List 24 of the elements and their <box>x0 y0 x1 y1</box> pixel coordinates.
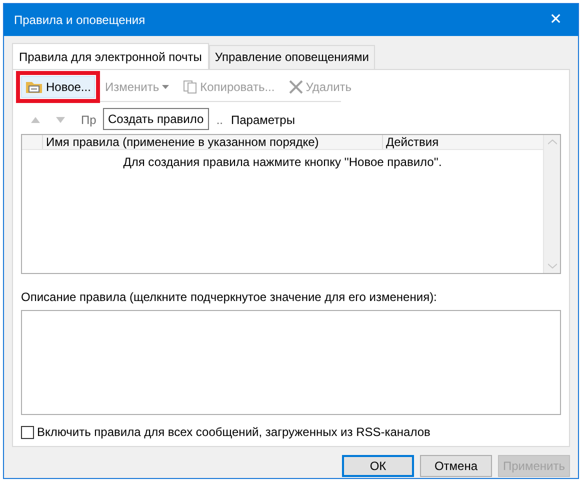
dialog-button[interactable]: ОК <box>342 455 414 477</box>
scrollbar[interactable] <box>543 135 560 273</box>
move-up-icon[interactable] <box>31 117 40 123</box>
run-rules-link[interactable]: Пр <box>81 111 96 129</box>
copy-icon <box>183 80 198 94</box>
close-button[interactable]: ✕ <box>534 8 578 32</box>
scroll-up-icon[interactable] <box>548 139 556 145</box>
description-label: Описание правила (щелкните подчеркнутое значение для его изменения): <box>21 290 437 304</box>
empty-list-message: Для создания правила нажмите кнопку ''Новое правило''. <box>123 155 442 169</box>
options-link[interactable]: Параметры <box>230 111 295 129</box>
column-header[interactable]: Имя правила (применение в указанном порядке) <box>42 135 382 149</box>
delete-icon <box>288 80 303 94</box>
tooltip: Создать правило <box>103 108 209 130</box>
scroll-down-icon[interactable] <box>548 263 556 269</box>
tab[interactable]: Правила для электронной почты <box>12 43 209 70</box>
tab[interactable]: Управление оповещениями <box>208 45 375 69</box>
run-rules-link[interactable]: .. <box>216 111 223 129</box>
checkbox-label: Включить правила для всех сообщений, загруженных из RSS-каналов <box>37 424 430 441</box>
dialog-button[interactable]: Отмена <box>420 455 492 477</box>
caret-icon <box>162 85 170 89</box>
window-title: Правила и оповещения <box>14 12 146 29</box>
rss-checkbox[interactable] <box>21 426 34 438</box>
move-down-icon[interactable] <box>56 117 65 123</box>
folder-icon <box>25 80 43 94</box>
